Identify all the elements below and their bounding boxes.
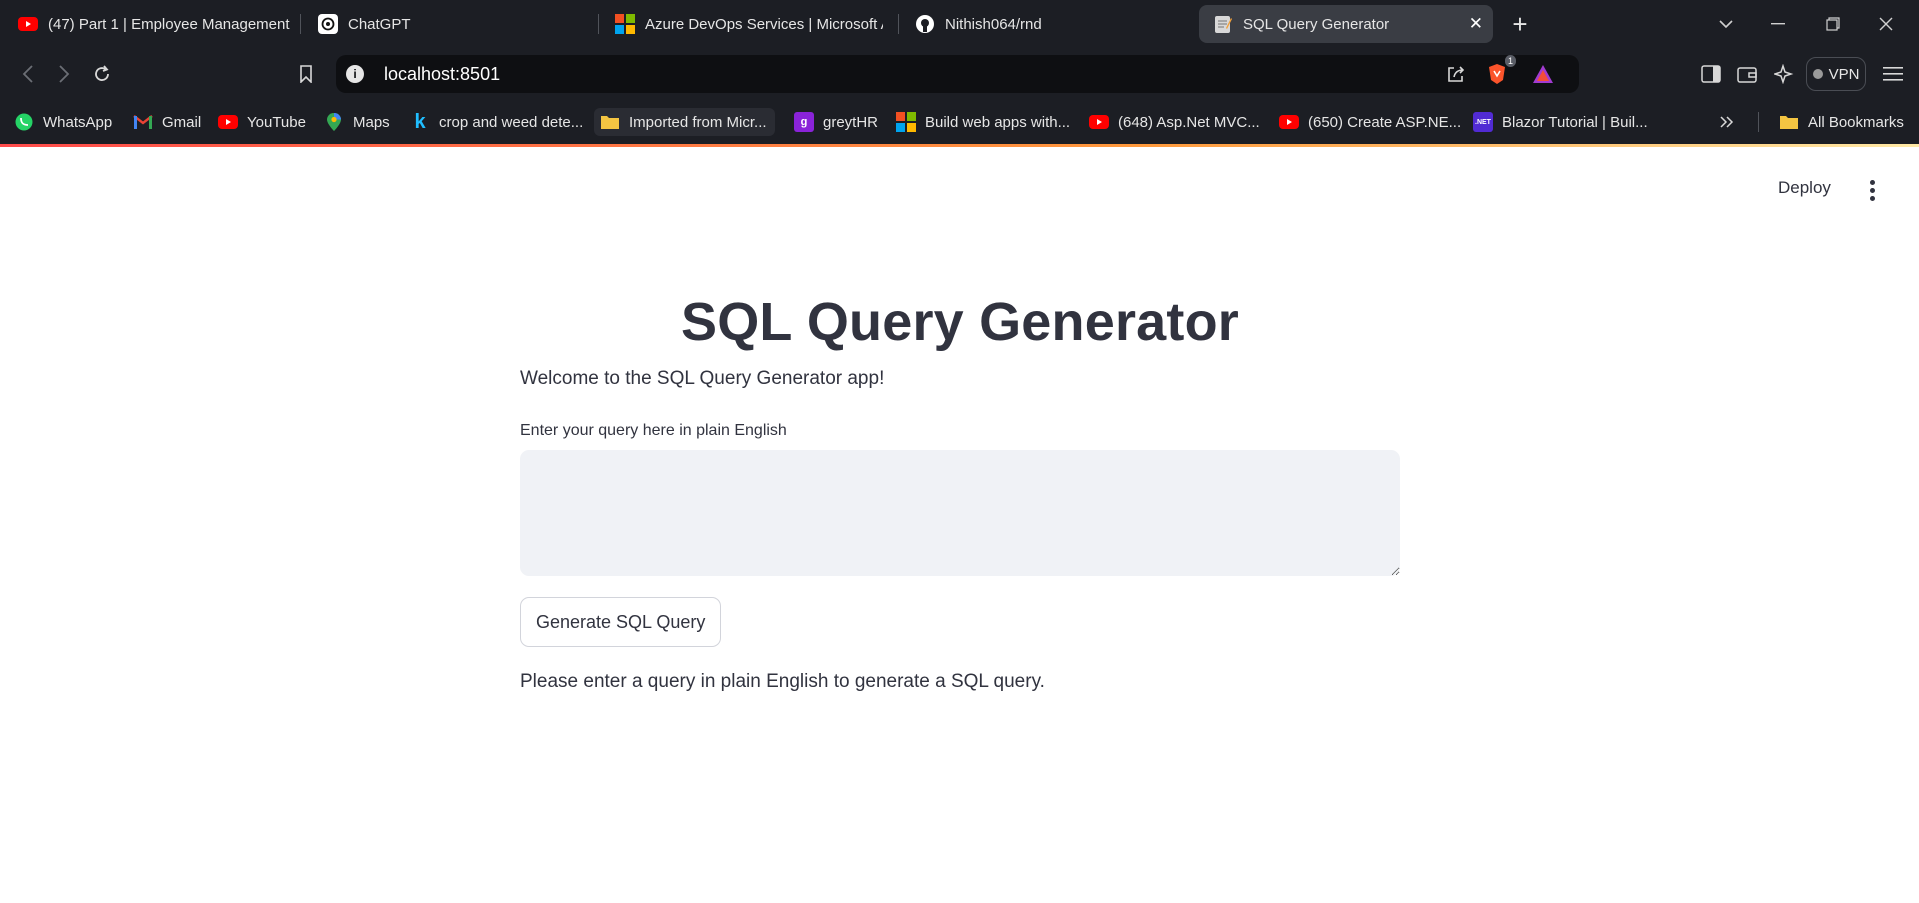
status-message: Please enter a query in plain English to…: [520, 671, 1045, 692]
youtube-icon: [218, 112, 238, 132]
tab-sql-query-generator[interactable]: SQL Query Generator ✕: [1199, 5, 1493, 43]
site-info-icon[interactable]: i: [346, 65, 364, 83]
youtube-icon: [1279, 112, 1299, 132]
generate-sql-query-button[interactable]: Generate SQL Query: [520, 597, 722, 647]
tab-separator: [898, 14, 899, 34]
browser-tab-strip: (47) Part 1 | Employee Management ChatGP…: [0, 0, 1919, 48]
bookmark-label: (650) Create ASP.NE...: [1308, 113, 1462, 131]
youtube-icon: [18, 14, 38, 34]
tab-title: ChatGPT: [348, 15, 411, 33]
bookmark-maps[interactable]: Maps: [324, 108, 390, 136]
bookmark-label: WhatsApp: [43, 113, 113, 131]
close-tab-icon[interactable]: ✕: [1469, 14, 1483, 34]
chatgpt-icon: [318, 14, 338, 34]
main-menu-kebab-icon[interactable]: [1862, 176, 1882, 204]
bookmark-label: greytHR: [823, 113, 879, 131]
tab-search-chevron-icon[interactable]: [1706, 6, 1746, 42]
bookmark-label: (648) Asp.Net MVC...: [1118, 113, 1260, 131]
tab-github[interactable]: Nithish064/rnd: [915, 5, 1185, 43]
youtube-icon: [1089, 112, 1109, 132]
query-input-label: Enter your query here in plain English: [520, 422, 787, 439]
forward-icon[interactable]: [48, 58, 80, 90]
kaggle-icon: k: [414, 110, 426, 133]
bookmark-label: Maps: [353, 113, 390, 131]
query-textarea[interactable]: [520, 450, 1400, 576]
dotnet-icon: .NET: [1473, 112, 1493, 132]
shields-badge: 1: [1504, 55, 1516, 67]
bookmark-label: Gmail: [162, 113, 202, 131]
sidebar-toggle-icon[interactable]: [1698, 61, 1724, 87]
page-title: SQL Query Generator: [681, 292, 1239, 352]
tab-separator: [300, 14, 301, 34]
back-icon[interactable]: [12, 58, 44, 90]
restore-window-icon[interactable]: [1813, 6, 1853, 42]
maps-icon: [324, 112, 344, 132]
vpn-status-icon: [1812, 69, 1823, 79]
wallet-icon[interactable]: [1734, 61, 1760, 87]
browser-toolbar: i localhost:8501 1 VPN: [0, 48, 1919, 100]
microsoft-icon: [615, 14, 635, 34]
app-header-decoration: [0, 144, 1919, 147]
bookmark-create-asp-net[interactable]: (650) Create ASP.NE...: [1279, 108, 1461, 136]
vpn-button[interactable]: VPN: [1806, 57, 1866, 91]
tab-chatgpt[interactable]: ChatGPT: [318, 5, 588, 43]
bookmark-blazor-tutorial[interactable]: .NET Blazor Tutorial | Buil...: [1473, 108, 1648, 136]
tab-employee-management[interactable]: (47) Part 1 | Employee Management: [18, 5, 290, 43]
vpn-label: VPN: [1828, 65, 1860, 83]
address-bar[interactable]: i localhost:8501: [336, 55, 1579, 93]
brave-shields-icon[interactable]: 1: [1484, 55, 1516, 87]
tab-title: (47) Part 1 | Employee Management: [48, 15, 290, 33]
deploy-button[interactable]: Deploy: [1770, 174, 1839, 202]
close-window-icon[interactable]: [1866, 6, 1906, 42]
tab-title: Azure DevOps Services | Microsoft Azure: [645, 15, 883, 33]
folder-icon: [600, 112, 620, 132]
tab-title: SQL Query Generator: [1243, 15, 1390, 33]
bookmark-label: YouTube: [247, 113, 306, 131]
leo-ai-icon[interactable]: [1771, 61, 1797, 87]
memo-icon: [1213, 14, 1233, 34]
bookmark-label: Build web apps with...: [925, 113, 1071, 131]
minimize-window-icon[interactable]: [1758, 6, 1798, 42]
share-icon[interactable]: [1443, 61, 1469, 87]
gmail-icon: [133, 112, 153, 132]
url-text: localhost:8501: [384, 63, 501, 84]
bookmark-whatsapp[interactable]: WhatsApp: [14, 108, 112, 136]
brave-rewards-icon[interactable]: [1530, 61, 1556, 87]
hamburger-menu-icon[interactable]: [1880, 61, 1906, 87]
main-content: SQL Query Generator Welcome to the SQL Q…: [520, 280, 1400, 693]
bookmark-build-web-apps[interactable]: Build web apps with...: [896, 108, 1070, 136]
greythr-icon: g: [794, 112, 814, 132]
reload-icon[interactable]: [86, 58, 118, 90]
microsoft-icon: [896, 112, 916, 132]
bookmark-kaggle[interactable]: k crop and weed dete...: [410, 108, 583, 136]
bookmark-asp-net-mvc[interactable]: (648) Asp.Net MVC...: [1089, 108, 1260, 136]
tab-separator: [598, 14, 599, 34]
folder-icon: [1779, 112, 1799, 132]
bookmarks-bar: WhatsApp Gmail YouTube Maps k crop and w…: [0, 100, 1919, 144]
all-bookmarks-label: All Bookmarks: [1808, 113, 1904, 131]
bookmark-folder-imported[interactable]: Imported from Micr...: [594, 108, 775, 136]
bookmarks-overflow-icon[interactable]: [1720, 108, 1734, 136]
bookmark-label: crop and weed dete...: [439, 113, 584, 131]
bookmarks-separator: [1758, 112, 1759, 132]
welcome-text: Welcome to the SQL Query Generator app!: [520, 368, 885, 389]
whatsapp-icon: [14, 112, 34, 132]
github-icon: [915, 14, 935, 34]
tab-azure-devops[interactable]: Azure DevOps Services | Microsoft Azure: [615, 5, 883, 43]
bookmark-gmail[interactable]: Gmail: [133, 108, 201, 136]
bookmark-youtube[interactable]: YouTube: [218, 108, 306, 136]
bookmark-greythr[interactable]: g greytHR: [794, 108, 878, 136]
bookmark-label: Imported from Micr...: [629, 113, 767, 131]
new-tab-button[interactable]: +: [1500, 6, 1540, 42]
tab-title: Nithish064/rnd: [945, 15, 1042, 33]
bookmark-page-icon[interactable]: [290, 58, 322, 90]
all-bookmarks-folder[interactable]: All Bookmarks: [1779, 108, 1904, 136]
bookmark-label: Blazor Tutorial | Buil...: [1502, 113, 1648, 131]
